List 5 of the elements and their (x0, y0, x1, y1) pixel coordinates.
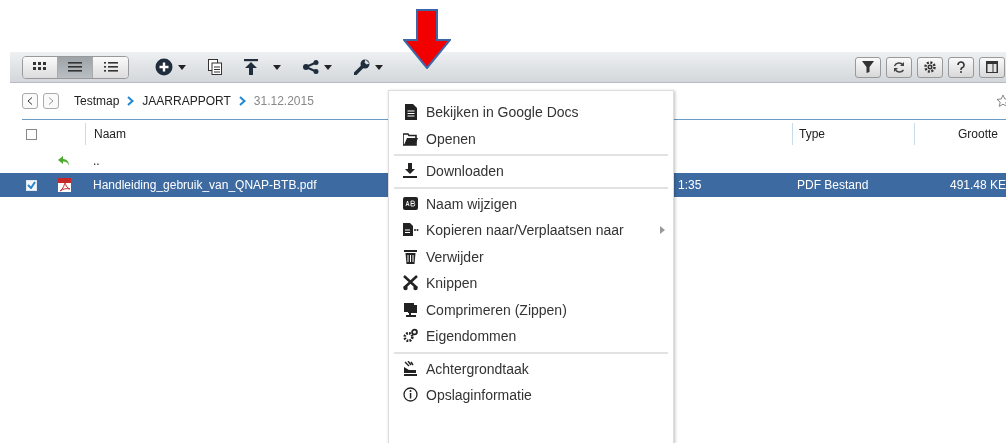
file-type: PDF Bestand (797, 178, 869, 192)
modified-date: 1:35 (678, 178, 702, 192)
file-name: .. (93, 153, 100, 168)
file-size: 491.48 KE (949, 178, 1006, 192)
file-name: Handleiding_gebruik_van_QNAP-BTB.pdf (93, 178, 317, 192)
